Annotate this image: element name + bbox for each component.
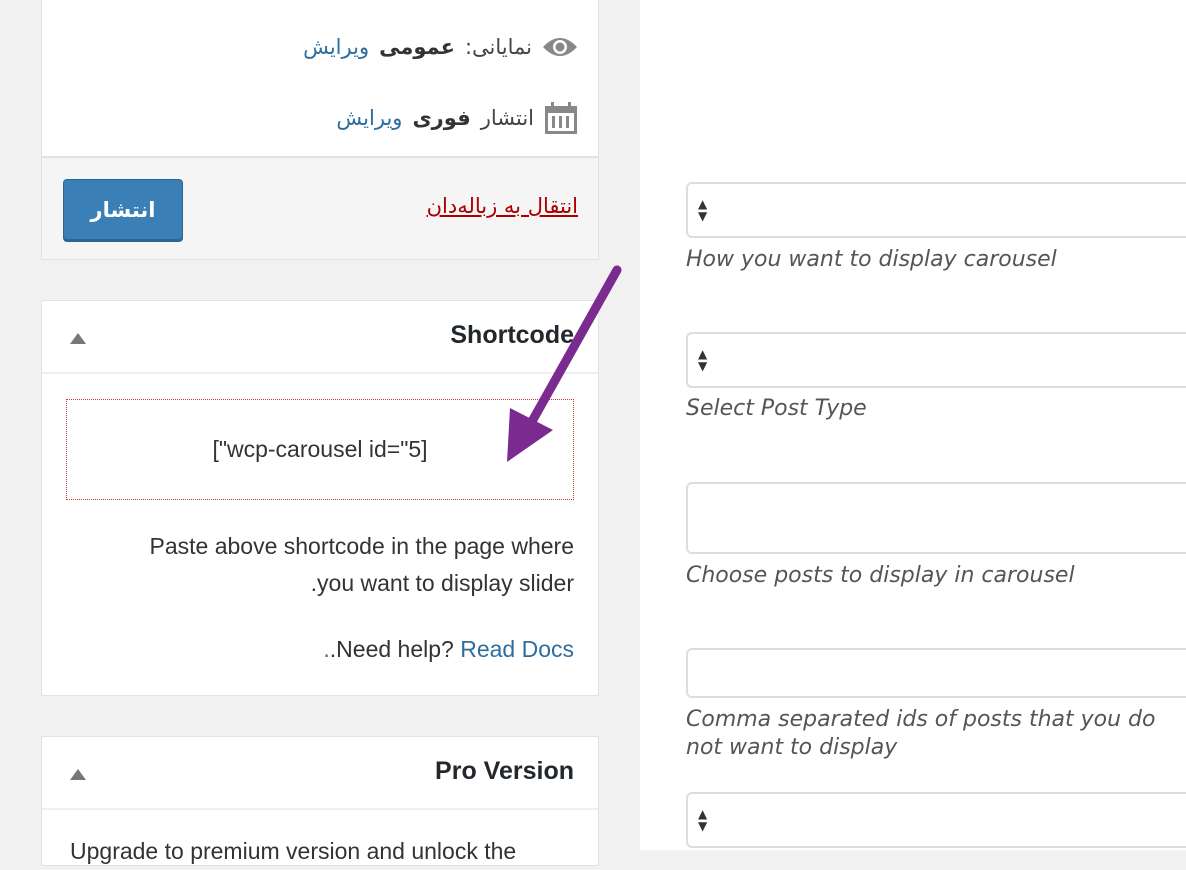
arrow-shaft	[525, 265, 622, 430]
annotation-arrow	[507, 265, 622, 462]
